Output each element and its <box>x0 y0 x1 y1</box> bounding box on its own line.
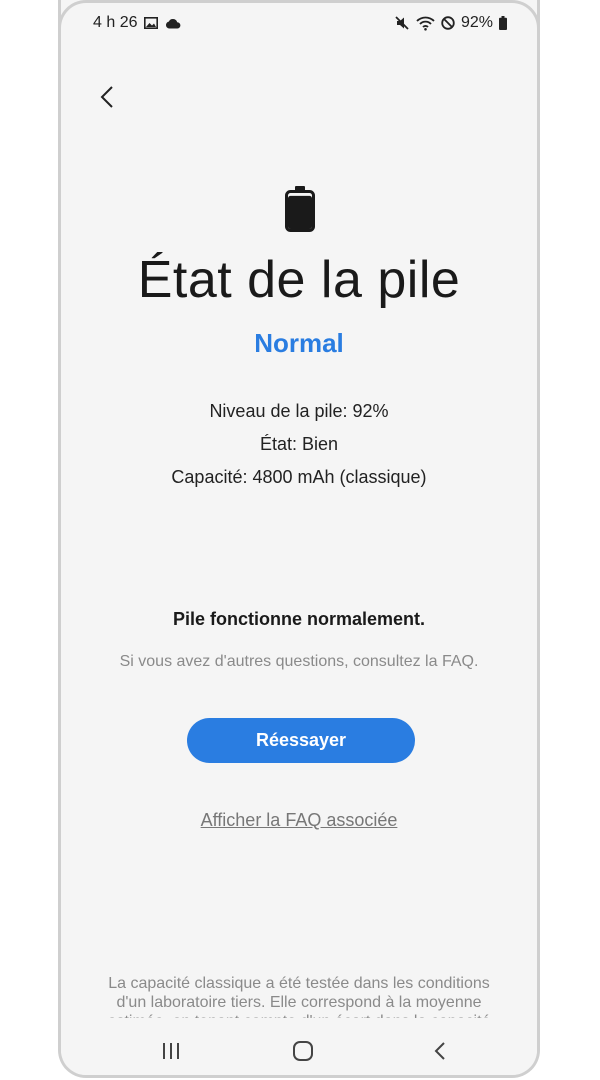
status-battery-percent: 92% <box>460 14 493 31</box>
chevron-left-icon <box>100 86 113 108</box>
battery-state-text: État: Bien <box>259 434 339 454</box>
faq-link[interactable]: Afficher la FAQ associée <box>61 810 537 831</box>
image-icon <box>144 17 159 29</box>
faq-hint: Si vous avez d'autres questions, consult… <box>119 653 479 670</box>
phone-frame: 4 h 26 92% État de la pile Normal Niveau… <box>58 0 540 1078</box>
battery-level-text: Niveau de la pile: 92% <box>209 401 389 421</box>
back-icon <box>434 1042 445 1060</box>
result-message: Pile fonctionne normalement. <box>172 609 426 629</box>
battery-capacity-text: Capacité: 4800 mAh (classique) <box>171 467 427 487</box>
home-button[interactable] <box>291 1039 315 1063</box>
recents-button[interactable] <box>159 1039 183 1063</box>
navigation-bar <box>61 1022 537 1075</box>
capacity-footnote: La capacité classique a été testée dans … <box>108 975 491 1018</box>
block-icon <box>441 16 455 30</box>
back-button[interactable] <box>95 84 121 110</box>
cloud-icon <box>165 18 181 29</box>
retry-button[interactable]: Réessayer <box>187 718 415 763</box>
status-time: 4 h 26 <box>93 14 138 31</box>
nav-back-button[interactable] <box>428 1039 452 1063</box>
battery-status-icon <box>285 186 315 232</box>
home-icon <box>293 1041 313 1061</box>
battery-icon <box>499 16 507 30</box>
battery-fill <box>288 195 312 229</box>
status-bar: 4 h 26 92% <box>61 14 537 36</box>
battery-status-text: Normal <box>254 328 344 358</box>
wifi-icon <box>416 16 435 31</box>
page-title: État de la pile <box>137 251 461 309</box>
recents-icon <box>163 1043 179 1059</box>
mute-icon <box>394 15 410 31</box>
